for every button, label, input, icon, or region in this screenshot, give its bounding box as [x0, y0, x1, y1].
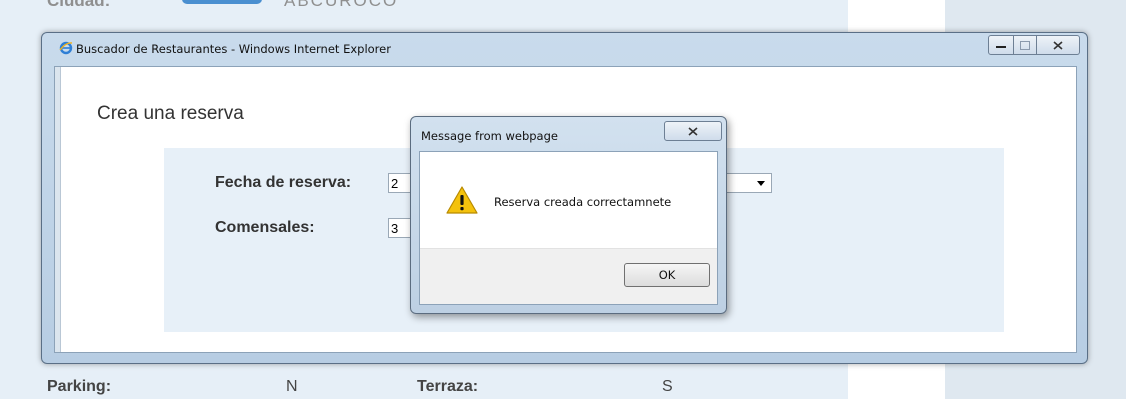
bg-terraza-value: S: [662, 378, 673, 395]
dialog-close-button[interactable]: [664, 121, 722, 141]
bg-link-highlight: [182, 0, 262, 4]
close-icon: [1053, 40, 1063, 50]
dialog-message: Reserva creada correctamnete: [494, 195, 672, 209]
minimize-icon: [996, 46, 1006, 48]
maximize-button[interactable]: [1014, 35, 1037, 55]
window-title: Buscador de Restaurantes - Windows Inter…: [76, 42, 391, 56]
message-dialog: Message from webpage Reserva creada corr…: [410, 116, 727, 314]
window-titlebar[interactable]: Buscador de Restaurantes - Windows Inter…: [42, 33, 1087, 63]
bg-parking-value: N: [286, 378, 298, 395]
bg-ciudad-label: Ciudad:: [47, 0, 111, 10]
page-title: Crea una reserva: [97, 103, 244, 124]
comensales-label: Comensales:: [215, 219, 315, 236]
bg-ciudad-value: ABCUROCO: [284, 0, 399, 10]
dialog-body: Reserva creada correctamnete OK: [419, 151, 718, 305]
ie-logo-icon: [59, 41, 73, 55]
warning-icon: [446, 186, 478, 214]
fecha-label: Fecha de reserva:: [215, 174, 352, 191]
bg-terraza-label: Terraza:: [417, 378, 479, 395]
maximize-icon: [1020, 40, 1030, 50]
dialog-title: Message from webpage: [421, 129, 558, 143]
chevron-down-icon: [757, 181, 765, 186]
close-icon: [688, 126, 698, 136]
dialog-footer: OK: [420, 248, 717, 304]
window-controls: [988, 35, 1080, 55]
left-edge-bar: [55, 67, 61, 352]
close-button[interactable]: [1037, 35, 1080, 55]
fecha-dropdown[interactable]: [727, 173, 772, 193]
minimize-button[interactable]: [988, 35, 1014, 55]
bg-parking-label: Parking:: [47, 378, 112, 395]
ok-button[interactable]: OK: [624, 263, 710, 287]
